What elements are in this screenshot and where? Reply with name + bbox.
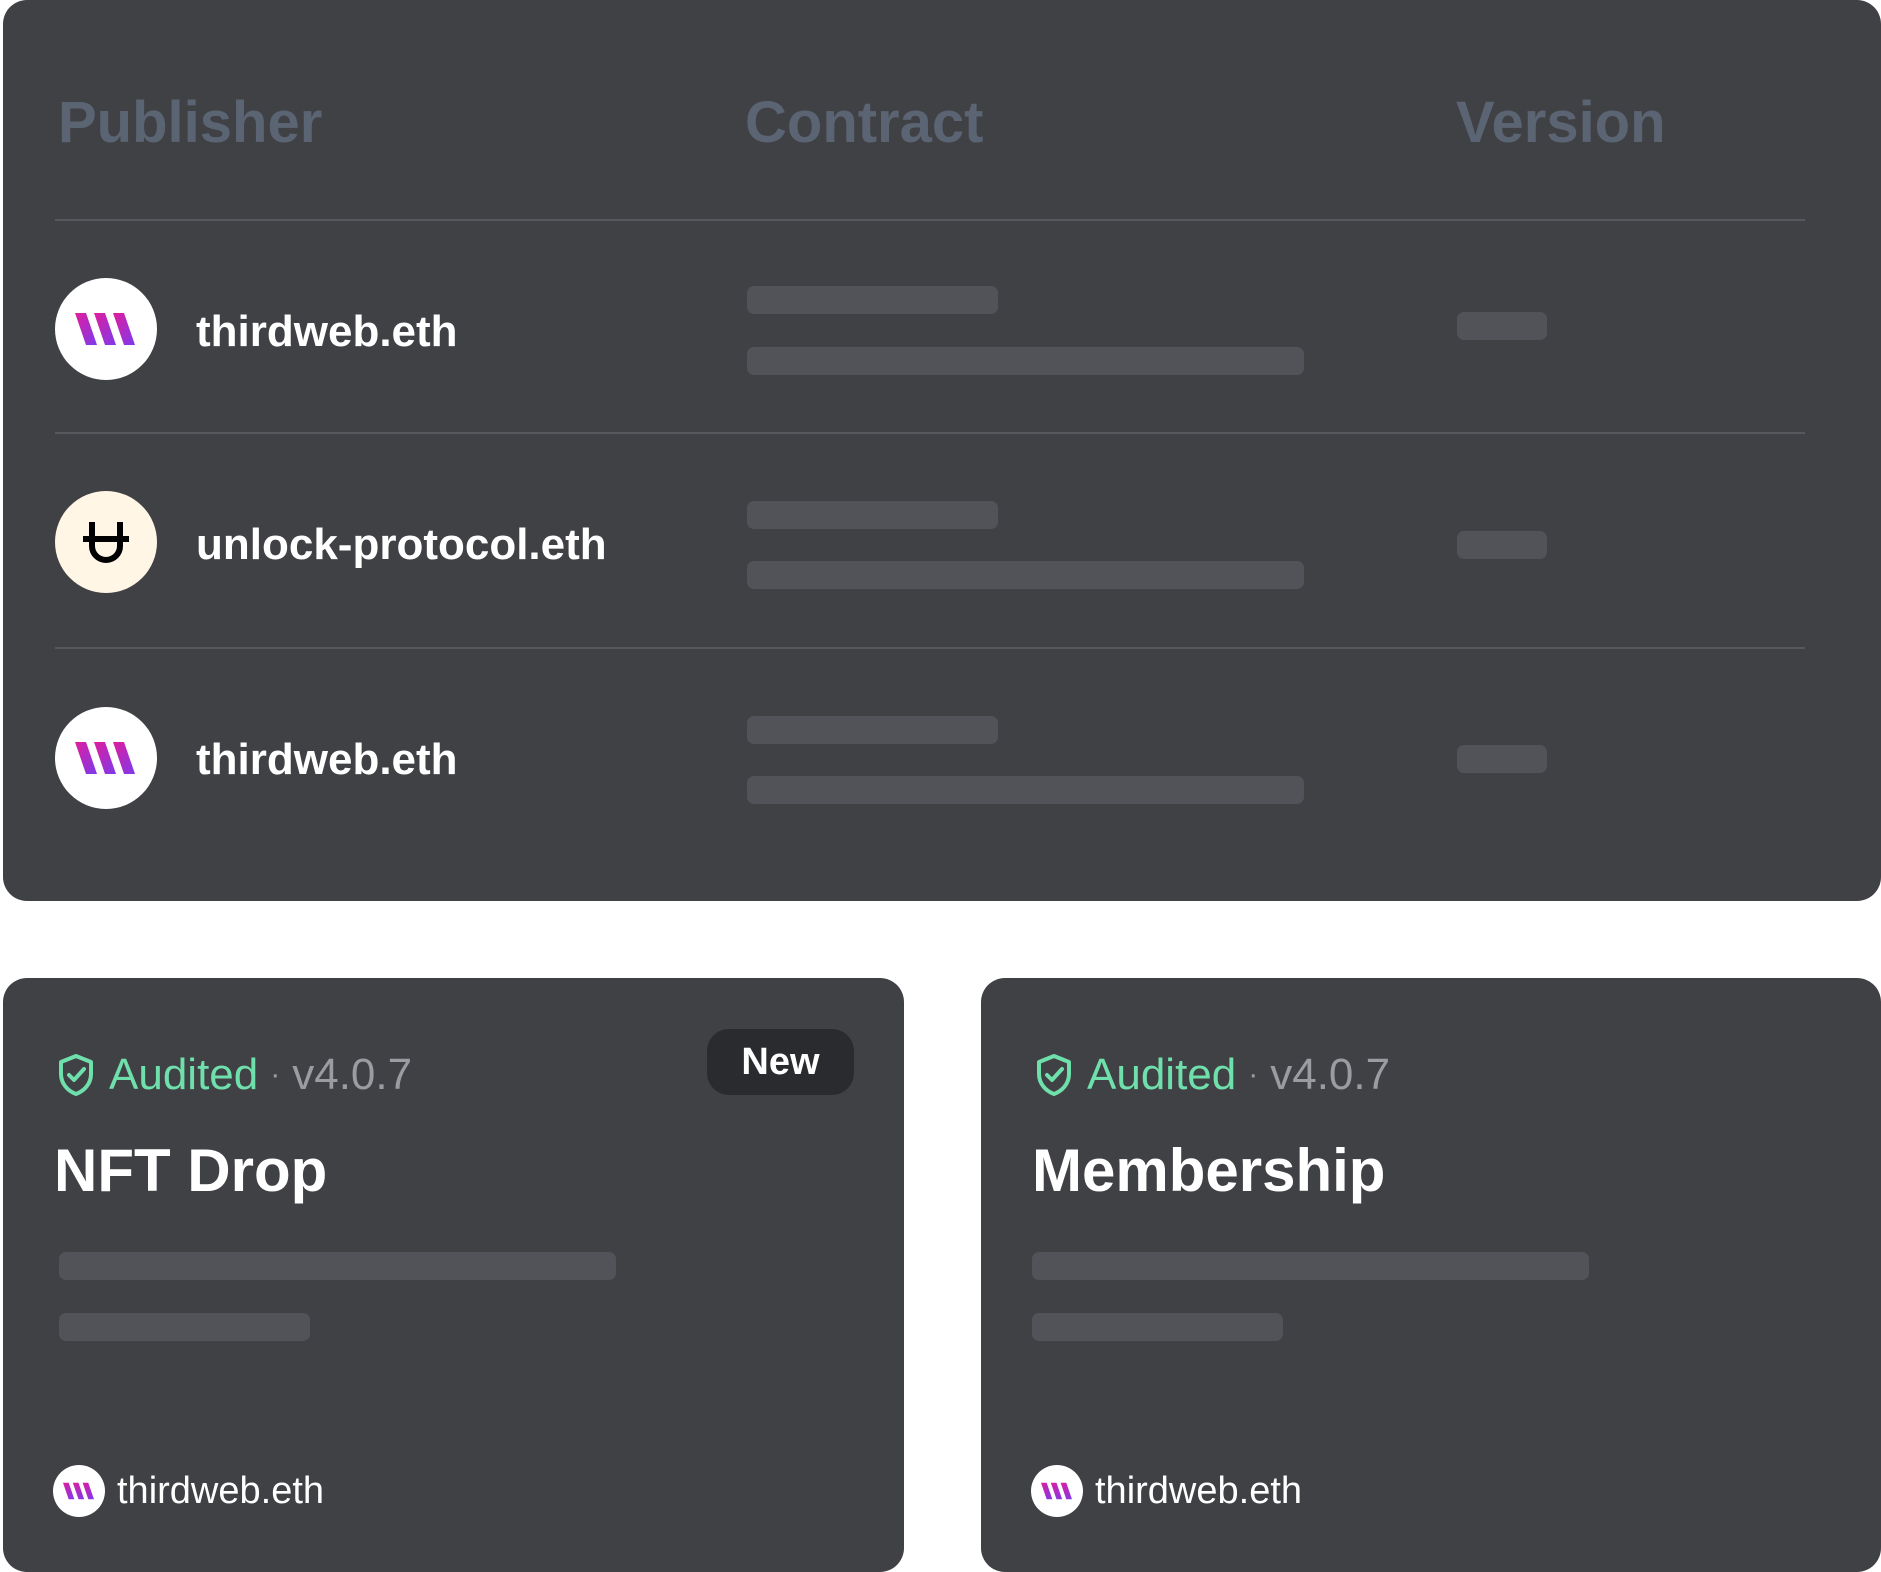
version-label: v4.0.7 bbox=[1270, 1050, 1391, 1099]
thirdweb-logo-icon bbox=[53, 1465, 105, 1517]
thirdweb-logo-icon bbox=[55, 707, 157, 809]
contract-description-skeleton bbox=[747, 776, 1304, 804]
table-row[interactable]: thirdweb.eth bbox=[0, 652, 1878, 867]
card-description-skeleton bbox=[59, 1313, 310, 1341]
publisher-name: unlock-protocol.eth bbox=[196, 520, 607, 569]
audited-label: Audited bbox=[1087, 1050, 1237, 1099]
separator-dot: · bbox=[1248, 1058, 1259, 1091]
version-skeleton bbox=[1457, 312, 1547, 340]
audit-status: Audited · v4.0.7 bbox=[57, 1045, 412, 1105]
shield-check-icon bbox=[1035, 1053, 1073, 1097]
publisher-name: thirdweb.eth bbox=[117, 1469, 325, 1512]
contract-description-skeleton bbox=[747, 561, 1304, 589]
column-header-version: Version bbox=[1456, 90, 1666, 155]
contract-name-skeleton bbox=[747, 716, 998, 744]
separator-dot: · bbox=[270, 1058, 281, 1091]
version-skeleton bbox=[1457, 531, 1547, 559]
contract-name-skeleton bbox=[747, 286, 998, 314]
column-header-contract: Contract bbox=[745, 90, 984, 155]
publisher-name: thirdweb.eth bbox=[196, 735, 458, 784]
contract-description-skeleton bbox=[747, 347, 1304, 375]
contract-name-skeleton bbox=[747, 501, 998, 529]
version-skeleton bbox=[1457, 745, 1547, 773]
publisher-name: thirdweb.eth bbox=[1095, 1469, 1303, 1512]
version-label: v4.0.7 bbox=[292, 1050, 413, 1099]
card-title: NFT Drop bbox=[54, 1137, 328, 1204]
card-description-skeleton bbox=[1032, 1252, 1589, 1280]
thirdweb-logo-icon bbox=[1031, 1465, 1083, 1517]
new-badge: New bbox=[707, 1029, 854, 1095]
card-publisher[interactable]: thirdweb.eth bbox=[1031, 1465, 1302, 1517]
thirdweb-logo-icon bbox=[55, 278, 157, 380]
card-description-skeleton bbox=[59, 1252, 616, 1280]
shield-check-icon bbox=[57, 1053, 95, 1097]
column-header-publisher: Publisher bbox=[58, 90, 323, 155]
audited-label: Audited bbox=[109, 1050, 259, 1099]
table-row[interactable]: unlock-protocol.eth bbox=[0, 437, 1878, 652]
header-divider bbox=[55, 219, 1805, 221]
card-title: Membership bbox=[1032, 1137, 1386, 1204]
card-publisher[interactable]: thirdweb.eth bbox=[53, 1465, 324, 1517]
publisher-name: thirdweb.eth bbox=[196, 307, 458, 356]
card-description-skeleton bbox=[1032, 1313, 1283, 1341]
unlock-logo-icon bbox=[55, 491, 157, 593]
audit-status: Audited · v4.0.7 bbox=[1035, 1045, 1390, 1105]
row-divider bbox=[55, 432, 1805, 434]
table-row[interactable]: thirdweb.eth bbox=[0, 222, 1878, 437]
row-divider bbox=[55, 647, 1805, 649]
